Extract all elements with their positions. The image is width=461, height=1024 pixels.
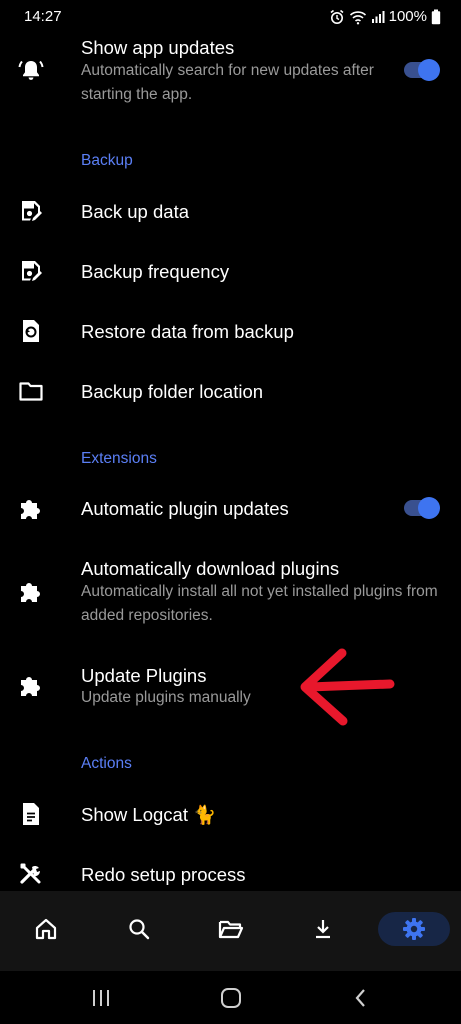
auto-download-plugins-setting[interactable]: Automatically download plugins Automatic… — [0, 548, 461, 638]
bell-ringing-icon — [18, 60, 44, 80]
puzzle-icon — [21, 583, 40, 602]
setting-title: Update Plugins — [81, 665, 207, 686]
system-navigation-bar — [0, 971, 461, 1024]
toggle-knob — [418, 59, 440, 81]
toggle-knob — [418, 497, 440, 519]
setting-subtitle: Automatically install all not yet instal… — [81, 583, 438, 624]
folder-icon — [19, 382, 43, 401]
item-label: Redo setup process — [81, 864, 246, 885]
home-icon[interactable] — [32, 915, 60, 943]
home-button-icon[interactable] — [219, 987, 243, 1009]
tools-icon — [20, 863, 41, 884]
item-label: Back up data — [81, 201, 189, 222]
restore-data-item[interactable]: Restore data from backup — [0, 301, 461, 361]
back-up-data-item[interactable]: Back up data — [0, 181, 461, 241]
download-icon[interactable] — [309, 915, 337, 943]
item-label: Backup folder location — [81, 381, 264, 402]
alarm-icon — [330, 9, 344, 24]
puzzle-icon — [21, 677, 40, 696]
signal-icon — [371, 10, 385, 23]
bottom-navigation — [0, 891, 461, 971]
setting-subtitle: Automatically search for new updates aft… — [81, 62, 374, 103]
folder-open-icon[interactable] — [217, 915, 245, 943]
backup-edit-icon — [22, 201, 42, 221]
battery-icon — [431, 9, 441, 24]
setting-title: Automatic plugin updates — [81, 498, 289, 519]
item-label: Backup frequency — [81, 261, 230, 282]
annotation-arrow-icon — [300, 648, 395, 726]
app-updates-toggle[interactable] — [402, 58, 440, 82]
battery-percent: 100% — [388, 8, 427, 25]
gear-icon[interactable] — [400, 915, 428, 943]
section-header-actions: Actions — [81, 755, 132, 772]
status-time: 14:27 — [24, 8, 62, 25]
section-header-extensions: Extensions — [81, 450, 157, 467]
status-bar: 14:27 100% — [0, 0, 461, 34]
puzzle-icon — [21, 500, 40, 519]
setting-title: Show app updates — [81, 37, 235, 58]
item-label: Show Logcat 🐈 — [81, 804, 217, 825]
back-button-icon[interactable] — [351, 987, 371, 1009]
automatic-plugin-updates-setting[interactable]: Automatic plugin updates — [0, 478, 461, 538]
redo-setup-item[interactable]: Redo setup process — [0, 844, 461, 891]
search-icon[interactable] — [125, 915, 153, 943]
backup-edit-icon — [22, 261, 42, 281]
backup-frequency-item[interactable]: Backup frequency — [0, 241, 461, 301]
status-icons: 100% — [329, 8, 441, 25]
wifi-icon — [349, 10, 366, 24]
restore-icon — [23, 320, 39, 342]
item-label: Restore data from backup — [81, 321, 294, 342]
plugin-updates-toggle[interactable] — [402, 496, 440, 520]
show-logcat-item[interactable]: Show Logcat 🐈 — [0, 784, 461, 844]
backup-folder-item[interactable]: Backup folder location — [0, 361, 461, 421]
document-icon — [23, 803, 39, 825]
section-header-backup: Backup — [81, 152, 133, 169]
recent-apps-icon[interactable] — [90, 988, 112, 1008]
setting-title: Automatically download plugins — [81, 558, 340, 579]
show-app-updates-setting[interactable]: Show app updates Automatically search fo… — [0, 34, 461, 114]
